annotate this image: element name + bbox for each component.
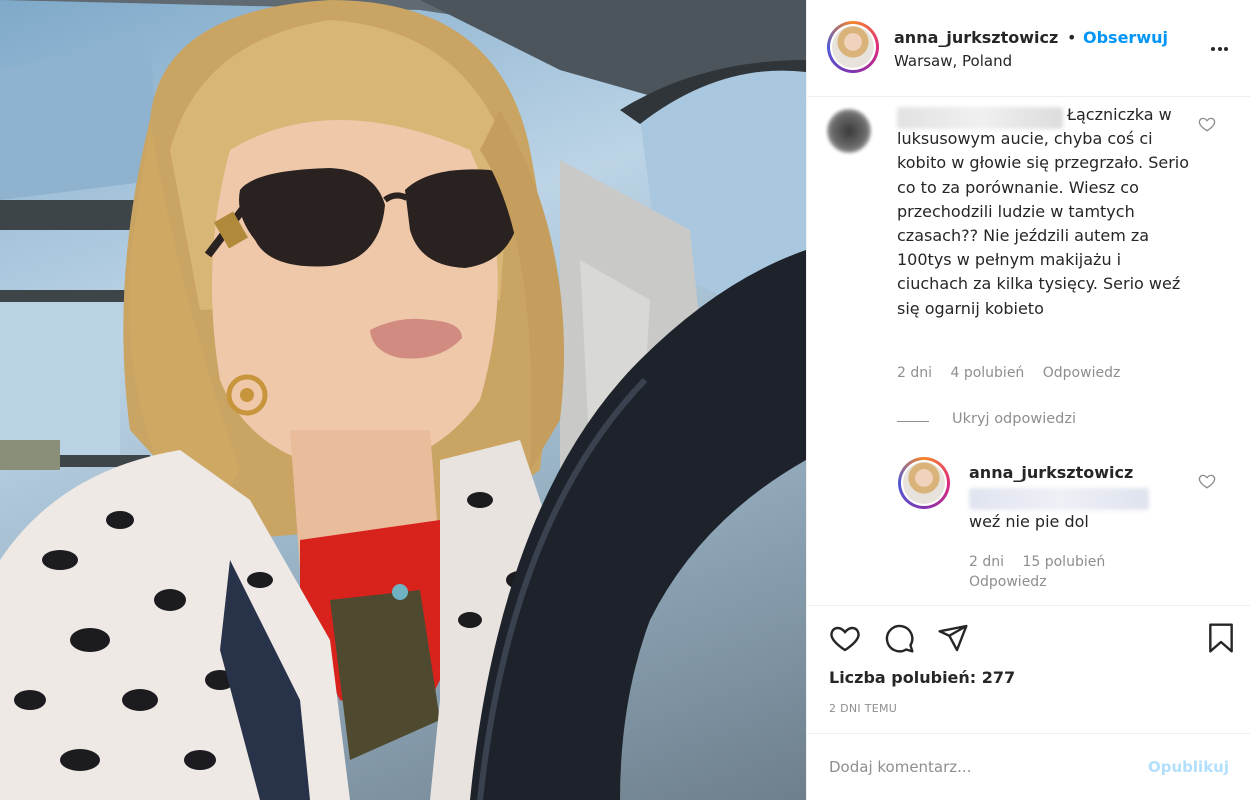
- separator-dot: •: [1067, 28, 1077, 47]
- likes-count[interactable]: Liczba polubień: 277: [829, 668, 1015, 687]
- post-timestamp[interactable]: 2 DNI TEMU: [829, 702, 897, 715]
- add-comment-input[interactable]: [829, 754, 1139, 780]
- add-comment-bar: Opublikuj: [807, 733, 1250, 800]
- reply-meta: 2 dni 15 polubień Odpowiedz: [969, 552, 1199, 592]
- commenter-avatar-blurred[interactable]: [827, 109, 871, 153]
- post-location[interactable]: Warsaw, Poland: [894, 52, 1012, 70]
- bookmark-icon[interactable]: [1205, 622, 1237, 654]
- more-options-icon[interactable]: [1211, 36, 1233, 56]
- comment-text: Łączniczka w luksusowym aucie, chyba coś…: [897, 105, 1195, 318]
- comment-meta: 2 dni 4 polubień Odpowiedz: [897, 365, 1134, 381]
- post-actions: Liczba polubień: 277 2 DNI TEMU: [807, 605, 1250, 733]
- reply-reply-button[interactable]: Odpowiedz: [969, 574, 1047, 590]
- reply-likes[interactable]: 15 polubień: [1022, 554, 1105, 570]
- heart-icon[interactable]: [829, 622, 861, 654]
- share-icon[interactable]: [937, 622, 969, 654]
- comments-list[interactable]: Łączniczka w luksusowym aucie, chyba coś…: [807, 97, 1250, 605]
- comment-age[interactable]: 2 dni: [897, 365, 932, 381]
- reply-text: weź nie pie dol: [969, 512, 1089, 531]
- reply-author-avatar[interactable]: [898, 457, 950, 509]
- post-side-panel: anna_jurksztowicz • Obserwuj Warsaw, Pol…: [806, 0, 1250, 800]
- replies-divider-line: [897, 421, 929, 422]
- post-comment-button[interactable]: Opublikuj: [1148, 758, 1229, 776]
- author-username[interactable]: anna_jurksztowicz: [894, 28, 1058, 47]
- reply-age[interactable]: 2 dni: [969, 554, 1004, 570]
- selfie-illustration: [0, 0, 806, 800]
- reply-like-heart-icon[interactable]: [1198, 472, 1216, 490]
- reply-mention-blurred[interactable]: [969, 488, 1149, 510]
- reply-author-username[interactable]: anna_jurksztowicz: [969, 463, 1133, 482]
- hide-replies-button[interactable]: Ukryj odpowiedzi: [952, 411, 1076, 427]
- comment-reply-button[interactable]: Odpowiedz: [1043, 365, 1121, 381]
- comment-icon[interactable]: [883, 622, 915, 654]
- post-header: anna_jurksztowicz • Obserwuj Warsaw, Pol…: [807, 0, 1250, 97]
- follow-button[interactable]: Obserwuj: [1083, 28, 1168, 47]
- author-avatar[interactable]: [827, 21, 879, 73]
- comment-like-heart-icon[interactable]: [1198, 115, 1216, 133]
- comment-likes[interactable]: 4 polubień: [950, 365, 1024, 381]
- post-photo: [0, 0, 806, 800]
